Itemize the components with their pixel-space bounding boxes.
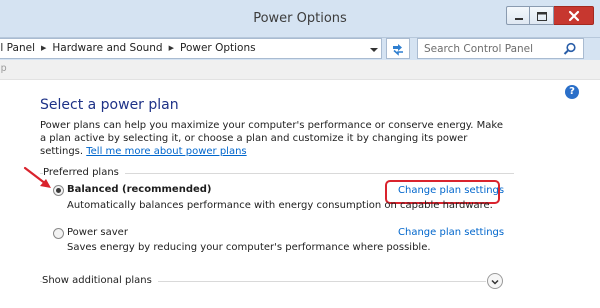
help-icon[interactable]: ? [565, 85, 579, 99]
address-bar[interactable]: ol Panel ▶ Hardware and Sound ▶ Power Op… [0, 38, 382, 59]
search-icon[interactable] [563, 42, 577, 56]
breadcrumb: ol Panel ▶ Hardware and Sound ▶ Power Op… [0, 42, 256, 54]
refresh-icon [393, 44, 403, 56]
breadcrumb-separator-icon[interactable]: ▶ [41, 44, 46, 52]
close-icon [568, 10, 580, 22]
menu-help[interactable]: lp [0, 63, 7, 74]
power-saver-plan-name[interactable]: Power saver [67, 227, 128, 238]
address-row: ol Panel ▶ Hardware and Sound ▶ Power Op… [0, 38, 600, 60]
power-saver-radio[interactable] [53, 228, 64, 239]
expand-button[interactable] [487, 273, 503, 289]
annotation-arrow-icon [23, 166, 51, 188]
breadcrumb-hardware-and-sound[interactable]: Hardware and Sound [52, 42, 162, 54]
title-bar: Power Options [0, 0, 600, 38]
refresh-button[interactable] [386, 38, 410, 59]
minimize-icon [515, 18, 523, 20]
address-dropdown-button[interactable] [366, 39, 382, 59]
tell-me-more-link[interactable]: Tell me more about power plans [86, 146, 246, 157]
page-title: Select a power plan [40, 97, 179, 113]
balanced-plan-name[interactable]: Balanced (recommended) [67, 184, 212, 195]
chevron-down-icon [370, 48, 378, 52]
power-saver-change-plan-settings-link[interactable]: Change plan settings [398, 227, 504, 238]
search-box[interactable] [417, 38, 584, 59]
breadcrumb-control-panel[interactable]: ol Panel [0, 42, 35, 54]
menu-bar: lp [0, 60, 600, 80]
minimize-button[interactable] [506, 6, 530, 25]
intro-text: Power plans can help you maximize your c… [40, 119, 510, 158]
maximize-button[interactable] [530, 6, 554, 25]
balanced-plan-description: Automatically balances performance with … [67, 200, 493, 211]
main-content: ? Select a power plan Power plans can he… [0, 81, 600, 308]
breadcrumb-power-options[interactable]: Power Options [180, 42, 256, 54]
search-input[interactable] [424, 41, 554, 57]
power-saver-plan-description: Saves energy by reducing your computer's… [67, 242, 431, 253]
chevron-down-icon [491, 279, 499, 285]
breadcrumb-separator-icon[interactable]: ▶ [169, 44, 174, 52]
show-additional-plans-label[interactable]: Show additional plans [42, 275, 158, 286]
maximize-icon [537, 12, 547, 21]
close-button[interactable] [554, 6, 594, 25]
